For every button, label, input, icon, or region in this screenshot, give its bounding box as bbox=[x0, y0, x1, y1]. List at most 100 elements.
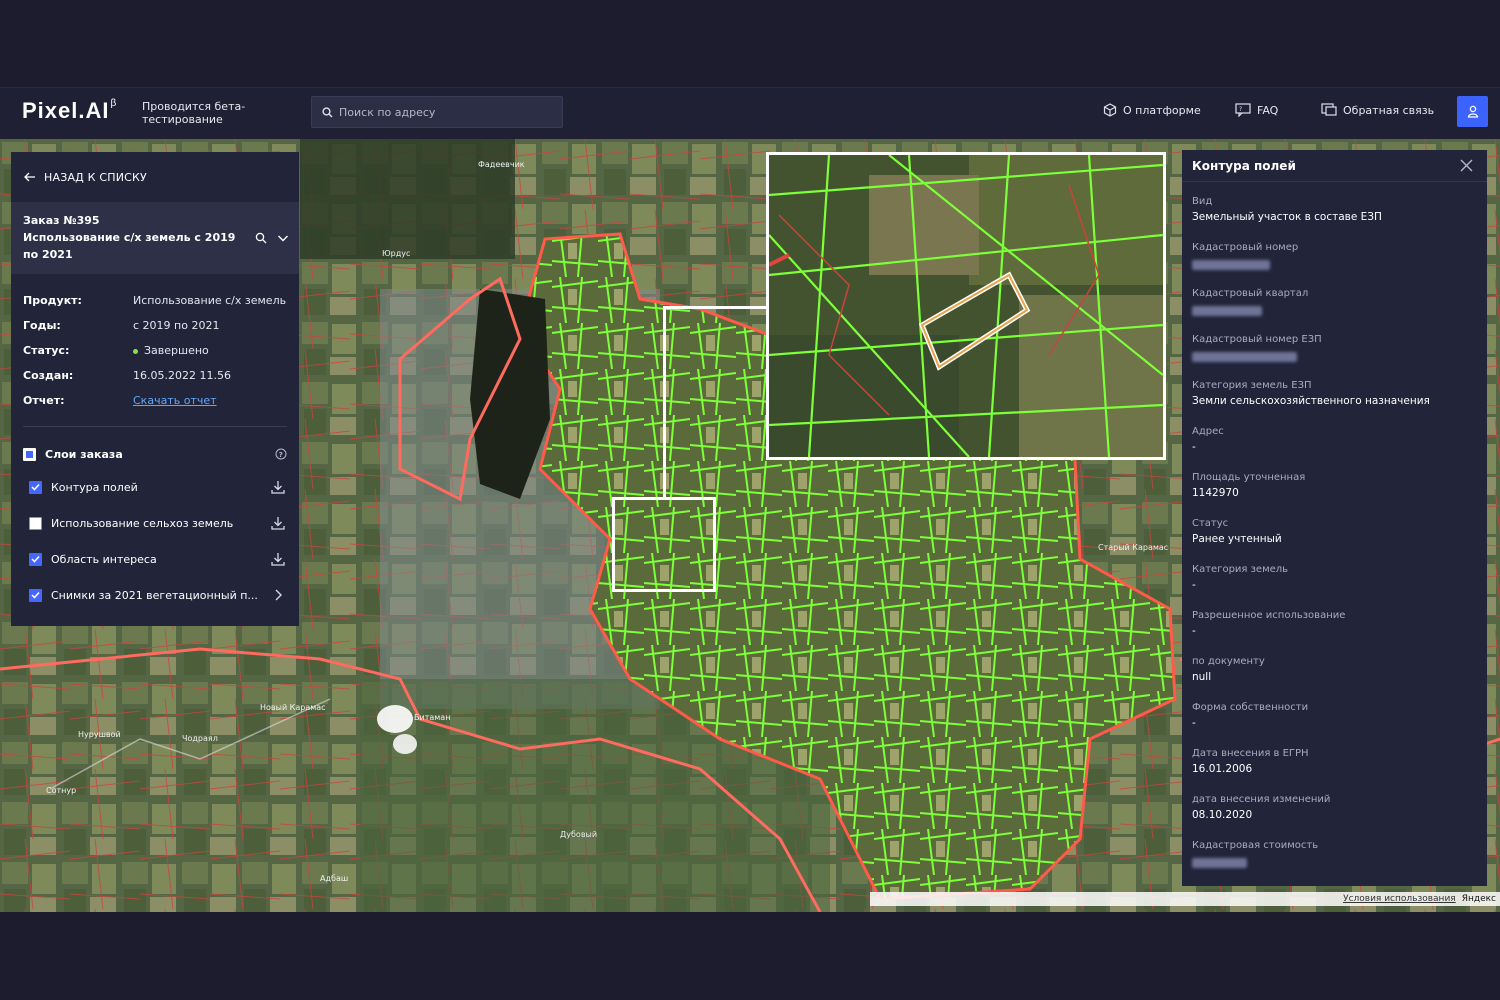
layer-field-contours[interactable]: Контура полей bbox=[11, 469, 299, 505]
place-label: Новый Карамас bbox=[260, 703, 326, 712]
address-search[interactable] bbox=[311, 96, 563, 128]
layer-checkbox[interactable] bbox=[29, 480, 42, 494]
attribute-value: 16.01.2006 bbox=[1192, 763, 1253, 775]
layer-checkbox[interactable] bbox=[29, 552, 42, 566]
order-header: Заказ №395 Использование с/х земель с 20… bbox=[11, 202, 299, 274]
attribute-row: Вид Земельный участок в составе ЕЗП bbox=[1192, 194, 1477, 240]
download-icon[interactable] bbox=[269, 515, 287, 531]
user-icon bbox=[1467, 105, 1478, 118]
download-icon[interactable] bbox=[269, 551, 287, 567]
info-key: Создан: bbox=[23, 369, 74, 382]
chevron-right-icon[interactable] bbox=[269, 587, 287, 603]
order-number: Заказ №395 bbox=[23, 214, 100, 227]
attribute-row: Адрес - bbox=[1192, 424, 1477, 470]
info-key: Отчет: bbox=[23, 394, 65, 407]
about-label: О платформе bbox=[1123, 103, 1201, 117]
about-platform-link[interactable]: О платформе bbox=[1103, 103, 1201, 117]
faq-icon: ? bbox=[1235, 103, 1251, 117]
pixel-ai-logo[interactable]: Pixel.AIβ bbox=[22, 98, 117, 124]
attribute-value: Ранее учтенный bbox=[1192, 533, 1282, 545]
svg-text:?: ? bbox=[1239, 106, 1242, 113]
attribute-key: Категория земель bbox=[1192, 564, 1289, 575]
faq-label: FAQ bbox=[1257, 103, 1279, 117]
attribute-row: Категория земель ЕЗП Земли сельскохозяйст… bbox=[1192, 378, 1477, 424]
attribute-key: Кадастровый номер bbox=[1192, 242, 1299, 253]
beta-testing-note: Проводится бета-тестирование bbox=[142, 100, 246, 126]
user-account-button[interactable] bbox=[1457, 96, 1488, 127]
layer-checkbox[interactable] bbox=[29, 516, 42, 530]
redacted-value bbox=[1192, 858, 1247, 868]
place-label: Дубовый bbox=[560, 830, 598, 839]
redacted-value bbox=[1192, 260, 1270, 270]
download-report-link[interactable]: Скачать отчет bbox=[133, 394, 217, 407]
map-attribution: Условия использования Яндекс bbox=[870, 892, 1500, 906]
attribute-value: - bbox=[1192, 717, 1196, 729]
attribute-value: null bbox=[1192, 671, 1212, 683]
attribute-value: 1142970 bbox=[1192, 487, 1239, 499]
feedback-icon bbox=[1321, 103, 1337, 116]
layer-area-of-interest[interactable]: Область интереса bbox=[11, 541, 299, 577]
info-row-created: Создан: 16.05.2022 11.56 bbox=[23, 363, 287, 388]
attribute-key: Дата внесения в ЕГРН bbox=[1192, 748, 1309, 759]
attribute-row: Разрешенное использование - bbox=[1192, 608, 1477, 654]
back-to-list-button[interactable]: НАЗАД К СПИСКУ bbox=[11, 152, 299, 202]
attribute-row: Кадастровый квартал bbox=[1192, 286, 1477, 332]
info-row-product: Продукт: Использование с/х земель bbox=[23, 288, 287, 313]
info-key: Статус: bbox=[23, 344, 70, 357]
search-icon bbox=[322, 106, 333, 117]
info-value: с 2019 по 2021 bbox=[133, 319, 220, 332]
attribute-key: Статус bbox=[1192, 518, 1229, 529]
zoom-to-order-icon[interactable] bbox=[255, 232, 267, 244]
attribute-key: Вид bbox=[1192, 196, 1213, 207]
search-input[interactable] bbox=[339, 105, 559, 119]
attribute-key: Разрешенное использование bbox=[1192, 610, 1346, 621]
layers-toggle-all-checkbox[interactable] bbox=[23, 447, 36, 461]
faq-link[interactable]: ? FAQ bbox=[1235, 103, 1278, 117]
attribute-key: Форма собственности bbox=[1192, 702, 1309, 713]
selected-field-box[interactable] bbox=[612, 497, 716, 592]
layer-imagery-2021[interactable]: Снимки за 2021 вегетационный п... bbox=[11, 577, 299, 613]
attribute-key: Площадь уточненная bbox=[1192, 472, 1306, 483]
attribute-value: Земли сельскохозяйственного назначения bbox=[1192, 395, 1430, 407]
layer-label: Область интереса bbox=[51, 552, 157, 566]
arrow-left-icon bbox=[24, 172, 35, 182]
attribute-row: дата внесения изменений 08.10.2020 bbox=[1192, 792, 1477, 838]
attribute-row: Кадастровая стоимость bbox=[1192, 838, 1477, 884]
layer-checkbox[interactable] bbox=[29, 588, 42, 602]
attribute-row: Кадастровый номер ЕЗП bbox=[1192, 332, 1477, 378]
info-value: 16.05.2022 11.56 bbox=[133, 369, 231, 382]
place-label: Чодраял bbox=[182, 734, 218, 743]
layer-label: Использование сельхоз земель bbox=[51, 516, 234, 530]
terms-of-use-link[interactable]: Условия использования bbox=[1343, 894, 1456, 904]
place-label: Старый Карамас bbox=[1098, 543, 1169, 552]
info-row-status: Статус: Завершено bbox=[23, 338, 287, 363]
feedback-link[interactable]: Обратная связь bbox=[1321, 103, 1434, 117]
layer-agri-land-use[interactable]: Использование сельхоз земель bbox=[11, 505, 299, 541]
info-row-years: Годы: с 2019 по 2021 bbox=[23, 313, 287, 338]
help-icon[interactable]: ? bbox=[275, 448, 287, 460]
layer-label: Контура полей bbox=[51, 480, 138, 494]
attribute-row: Дата внесения в ЕГРН 16.01.2006 bbox=[1192, 746, 1477, 792]
feedback-label: Обратная связь bbox=[1343, 103, 1435, 117]
back-label: НАЗАД К СПИСКУ bbox=[44, 170, 147, 184]
place-label: Фадеевчик bbox=[478, 160, 525, 169]
attribute-row: Форма собственности - bbox=[1192, 700, 1477, 746]
order-layers-header: Слои заказа ? bbox=[11, 439, 299, 469]
cube-icon bbox=[1103, 103, 1117, 117]
feature-attributes-panel: Контура полей Вид Земельный участок в сос… bbox=[1182, 150, 1487, 886]
order-details-panel: НАЗАД К СПИСКУ Заказ №395 Использование … bbox=[11, 152, 299, 626]
close-icon[interactable] bbox=[1460, 159, 1473, 172]
attribute-key: дата внесения изменений bbox=[1192, 794, 1331, 805]
svg-text:?: ? bbox=[279, 451, 283, 459]
chevron-down-icon[interactable] bbox=[277, 232, 289, 244]
zoom-link-box bbox=[663, 306, 766, 498]
info-key: Продукт: bbox=[23, 294, 82, 307]
attributes-title: Контура полей bbox=[1192, 158, 1296, 173]
download-icon[interactable] bbox=[269, 479, 287, 495]
layers-title: Слои заказа bbox=[45, 447, 123, 461]
status-dot bbox=[133, 348, 138, 354]
attribute-key: по документу bbox=[1192, 656, 1265, 667]
attribute-row: по документу null bbox=[1192, 654, 1477, 700]
map-provider: Яндекс bbox=[1461, 894, 1496, 904]
attribute-row: Статус Ранее учтенный bbox=[1192, 516, 1477, 562]
